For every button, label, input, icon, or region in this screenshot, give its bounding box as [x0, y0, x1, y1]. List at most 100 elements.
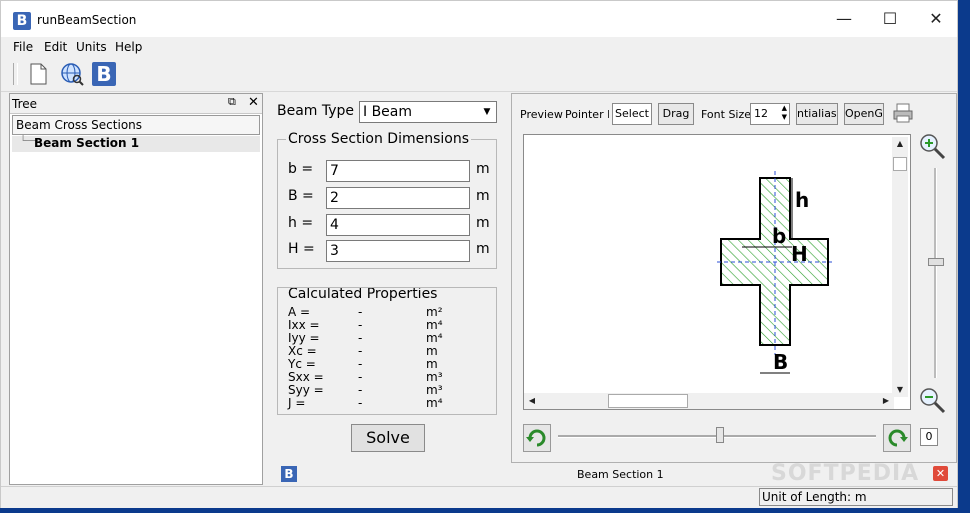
- app-icon: B: [13, 12, 31, 30]
- menu-edit[interactable]: Edit: [44, 40, 67, 54]
- tree-item-label: Beam Section 1: [34, 136, 140, 150]
- toolbar-grip: [13, 63, 18, 85]
- beam-section-drawing: h b H B: [717, 171, 832, 374]
- preview-canvas[interactable]: h b H B ▲ ▼ ◀ ▶: [523, 134, 911, 410]
- prop-row: J = - m⁴: [288, 397, 488, 410]
- menu-help[interactable]: Help: [115, 40, 142, 54]
- prop-value: -: [358, 357, 363, 371]
- beam-type-value: I Beam: [363, 104, 413, 120]
- properties-title: Calculated Properties: [286, 287, 440, 302]
- zoom-in-button[interactable]: [918, 132, 946, 160]
- tree-panel: Tree ⧉ ✕ Beam Cross Sections └── Beam Se…: [9, 93, 263, 485]
- vertical-scrollbar[interactable]: ▲ ▼: [892, 137, 908, 397]
- prop-label: Ixx =: [288, 318, 320, 332]
- spinner-arrows-icon[interactable]: ▲ ▼: [782, 104, 787, 122]
- float-panel-icon[interactable]: ⧉: [228, 95, 236, 109]
- printer-icon: [893, 103, 913, 123]
- rotate-right-icon: [888, 429, 908, 447]
- print-button[interactable]: [892, 102, 914, 124]
- minimize-button[interactable]: —: [821, 1, 867, 37]
- opengl-button[interactable]: OpenGL: [844, 103, 884, 125]
- new-document-button[interactable]: [25, 61, 51, 87]
- web-button[interactable]: [59, 61, 85, 87]
- dim-label-h-text: h: [795, 188, 809, 212]
- prop-unit: m: [426, 357, 438, 371]
- dim-unit-h: m: [476, 215, 490, 231]
- rotation-slider-thumb[interactable]: [716, 427, 724, 443]
- prop-value: -: [358, 306, 363, 319]
- zoom-slider[interactable]: [928, 168, 944, 378]
- prop-label: J =: [288, 396, 306, 410]
- prop-unit: m²: [426, 306, 443, 319]
- dim-input-H[interactable]: 3: [326, 240, 470, 262]
- antialiasing-button[interactable]: ntialiasin: [796, 103, 838, 125]
- rotate-right-button[interactable]: [883, 424, 911, 452]
- menu-file[interactable]: File: [13, 40, 33, 54]
- beam-logo-icon: B: [92, 62, 116, 86]
- dim-input-h[interactable]: 4: [326, 214, 470, 236]
- rotation-slider[interactable]: [558, 427, 876, 443]
- prop-unit: m⁴: [426, 318, 443, 332]
- scroll-left-icon[interactable]: ◀: [525, 394, 539, 408]
- dim-label-b: b =: [288, 161, 314, 177]
- maximize-button[interactable]: ☐: [867, 1, 913, 37]
- font-size-label: Font Size: [701, 108, 752, 121]
- rotate-left-button[interactable]: [523, 424, 551, 452]
- solve-button[interactable]: Solve: [351, 424, 425, 452]
- close-section-icon[interactable]: ✕: [933, 466, 948, 481]
- dim-label-h: h =: [288, 215, 314, 231]
- drag-mode-button[interactable]: Drag: [658, 103, 694, 125]
- tree-item-beam-cross-sections[interactable]: Beam Cross Sections: [12, 115, 260, 135]
- dimensions-group: Cross Section Dimensions b = 7 m B = 2 m…: [277, 131, 497, 269]
- tree-header: Tree ⧉ ✕: [10, 94, 262, 114]
- preview-panel: Preview Pointer M Select Drag Font Size …: [511, 93, 957, 463]
- dim-unit-H: m: [476, 241, 490, 257]
- dim-label-H: H =: [288, 241, 315, 257]
- tree-item-beam-section-1[interactable]: └── Beam Section 1: [12, 136, 260, 152]
- prop-unit: m³: [426, 383, 443, 397]
- preview-label: Preview: [520, 108, 563, 121]
- section-name-label: Beam Section 1: [577, 468, 664, 481]
- dim-label-B: B =: [288, 188, 314, 204]
- main-window: B runBeamSection — ☐ ✕ File Edit Units H…: [0, 0, 958, 508]
- horizontal-scroll-thumb[interactable]: [608, 394, 688, 408]
- font-size-value: 12: [754, 107, 768, 120]
- properties-list: A = - m² Ixx = - m⁴ Iyy = - m⁴ Xc = - m …: [278, 306, 496, 410]
- zoom-out-button[interactable]: [918, 386, 946, 414]
- rotate-left-icon: [526, 429, 546, 447]
- scroll-down-icon[interactable]: ▼: [893, 383, 907, 397]
- properties-group: Calculated Properties A = - m² Ixx = - m…: [277, 287, 497, 415]
- watermark-text: SOFTPEDIA: [771, 461, 920, 486]
- prop-value: -: [358, 383, 363, 397]
- close-panel-icon[interactable]: ✕: [248, 95, 259, 110]
- scroll-right-icon[interactable]: ▶: [879, 394, 893, 408]
- dim-unit-B: m: [476, 188, 490, 204]
- section-app-icon: B: [281, 466, 297, 482]
- dim-input-B[interactable]: 2: [326, 187, 470, 209]
- close-button[interactable]: ✕: [913, 1, 959, 37]
- vertical-scroll-thumb[interactable]: [893, 157, 907, 171]
- prop-value: -: [358, 318, 363, 332]
- scroll-up-icon[interactable]: ▲: [893, 137, 907, 151]
- zoom-in-icon: [920, 134, 946, 160]
- font-size-spinner[interactable]: 12 ▲ ▼: [750, 103, 790, 125]
- zoom-slider-thumb[interactable]: [928, 258, 944, 266]
- dim-label-H-text: H: [791, 242, 808, 266]
- beam-type-select[interactable]: I Beam ▼: [359, 101, 497, 123]
- dim-input-b[interactable]: 7: [326, 160, 470, 182]
- beam-app-button[interactable]: B: [91, 61, 117, 87]
- menu-units[interactable]: Units: [76, 40, 107, 54]
- prop-value: -: [358, 331, 363, 345]
- chevron-down-icon: ▼: [483, 107, 491, 117]
- form-area: Beam Type I Beam ▼ Cross Section Dimensi…: [269, 93, 509, 463]
- globe-icon: [61, 63, 84, 86]
- select-mode-button[interactable]: Select: [612, 103, 652, 125]
- prop-unit: m⁴: [426, 396, 443, 410]
- unit-of-length-status: Unit of Length: m: [759, 488, 953, 506]
- beam-type-label: Beam Type: [277, 103, 355, 119]
- horizontal-scrollbar[interactable]: ◀ ▶: [524, 393, 894, 409]
- rotation-value[interactable]: 0: [920, 428, 938, 446]
- menu-bar: File Edit Units Help: [1, 37, 957, 57]
- prop-value: -: [358, 370, 363, 384]
- prop-label: Iyy =: [288, 331, 320, 345]
